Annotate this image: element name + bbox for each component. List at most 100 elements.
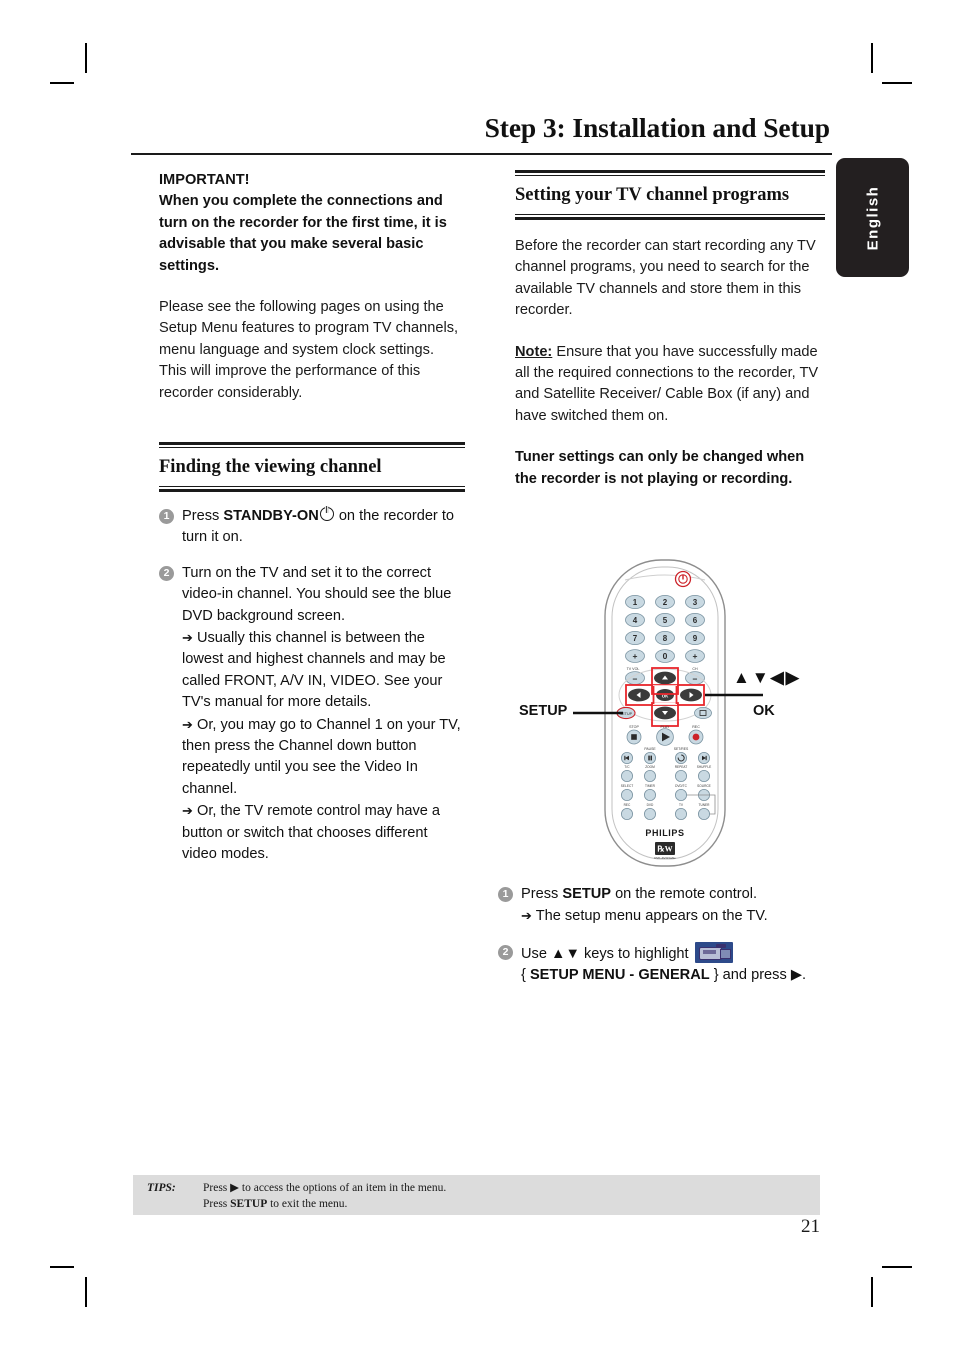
arrow-right-icon: ▶ [230,1182,240,1194]
tips-line-2: Press SETUP to exit the menu. [203,1197,446,1213]
step-number-badge: 2 [498,944,513,960]
tuner-warning: Tuner settings can only be changed when … [515,449,805,487]
step-text-before: Press [521,886,563,902]
svg-text:2: 2 [663,598,668,607]
tips-box: TIPS: Press ▶ to access the options of a… [133,1175,820,1215]
crop-mark-bottom-left-vertical [85,1277,87,1307]
svg-text:7: 7 [633,634,638,643]
svg-text:DVD+ReWritable: DVD+ReWritable [654,856,676,860]
svg-text:TV VOL: TV VOL [627,667,640,671]
language-tab: English [836,158,909,277]
step-item: 1 Press SETUP on the remote control. ➔ T… [498,884,828,928]
step-sub-arrow-text: Or, the TV remote control may have a but… [182,803,441,863]
svg-text:SET/RES: SET/RES [674,747,689,751]
tips-line2-keyword: SETUP [230,1197,268,1210]
camcorder-icon [694,941,733,963]
step-sub-arrow: ➔ Usually this channel is between the lo… [182,627,465,714]
step-sub-arrow: ➔ Or, the TV remote control may have a b… [182,800,465,865]
page-number: 21 [801,1216,820,1237]
svg-text:DVD: DVD [647,803,654,807]
step-number-badge: 1 [498,887,513,902]
arrow-right-icon: ➔ [182,803,193,819]
step-sub-arrow: ➔ Or, you may go to Channel 1 on your TV… [182,714,465,801]
svg-text:9: 9 [693,634,698,643]
section-title-finding-channel: Finding the viewing channel [159,457,382,478]
intro-paragraph: Please see the following pages on using … [159,299,459,401]
callout-ok-label: OK [753,703,775,719]
svg-text:PHILIPS: PHILIPS [645,828,684,838]
step-text-after: on the remote control. [611,886,758,902]
step-sub-arrow-text: Or, you may go to Channel 1 on your TV, … [182,716,461,797]
important-body: When you complete the connections and tu… [159,193,447,274]
svg-text:SELECT: SELECT [621,784,633,788]
note-label: Note: [515,343,553,360]
callout-setup-label: SETUP [519,703,568,719]
section-rule-bottom-thin [515,213,825,216]
svg-text:REC: REC [624,803,631,807]
svg-text:℞W: ℞W [657,845,672,854]
svg-text:TUNER: TUNER [699,803,711,807]
step-item: 2 Use ▲▼ keys to highlight { SETUP MENU … [498,941,828,987]
step-text-before: Turn on the TV and set it to the correct… [182,564,452,624]
svg-text:+: + [633,651,638,661]
step-number-badge: 2 [159,565,174,581]
section-rule-top-thick [159,442,465,446]
remote-control-illustration: 123 456 789 +0 + − − TV VOL CH OK SETUP … [505,558,845,878]
tips-line-1: Press ▶ to access the options of an item… [203,1181,446,1197]
step-item: 2 Turn on the TV and set it to the corre… [159,563,465,866]
tips-line2-after: to exit the menu. [267,1197,348,1210]
svg-text:REPEAT: REPEAT [675,765,688,769]
finding-viewing-channel-section: Finding the viewing channel [159,442,465,492]
section-title-setting-tv: Setting your TV channel programs [515,184,790,205]
section-rule-bottom-thin [159,486,465,488]
right-column-steps: 1 Press SETUP on the remote control. ➔ T… [498,870,828,987]
left-column: IMPORTANT! When you complete the connect… [159,170,465,866]
arrow-right-icon: ➔ [182,630,193,646]
crop-mark-top-right-horizontal [882,82,912,84]
right-column: Setting your TV channel programs Before … [515,170,825,490]
crop-mark-bottom-right-horizontal [882,1266,912,1268]
step-item: 1 Press STANDBY-ON on the recorder to tu… [159,506,465,549]
step-number-badge: 1 [159,509,174,524]
svg-text:4: 4 [633,616,638,625]
step-keyword: STANDBY-ON [223,508,319,524]
step-text-before: Press [182,508,224,524]
tips-line2-before: Press [203,1197,231,1210]
step-sub-arrow-text: The setup menu appears on the TV. [535,908,768,925]
callout-arrow-keys-label: ▲▼◀▶ [733,668,801,687]
crop-mark-top-left-vertical [85,43,87,73]
svg-text:3: 3 [693,598,698,607]
crop-mark-bottom-right-vertical [871,1277,873,1307]
setting-tv-channel-section: Setting your TV channel programs [515,170,825,220]
menu-close-text: } and press ▶. [709,967,807,984]
svg-text:TIMER: TIMER [645,784,656,788]
crop-mark-bottom-left-horizontal [50,1266,74,1268]
page-title: Step 3: Installation and Setup [484,112,831,143]
svg-text:T/C: T/C [624,765,630,769]
crop-mark-top-right-vertical [871,43,873,73]
svg-text:8: 8 [663,634,668,643]
step-sub-arrow: ➔ The setup menu appears on the TV. [521,905,828,927]
svg-text:6: 6 [693,616,698,625]
arrow-right-icon: ➔ [182,716,193,732]
step-keyword: SETUP [562,886,612,902]
important-heading: IMPORTANT! [159,172,250,188]
step-text-before: Use ▲▼ keys to highlight [521,945,693,962]
header-divider [131,153,832,156]
svg-text:STOP: STOP [629,725,639,729]
svg-text:0: 0 [663,651,668,661]
note-paragraph: Note: Ensure that you have successfully … [515,342,825,428]
svg-text:1: 1 [633,598,638,607]
svg-text:5: 5 [663,616,668,625]
tips-line1-after: to access the options of an item in the … [239,1182,447,1194]
svg-text:REC: REC [692,725,700,729]
step-sub-arrow-text: Usually this channel is between the lowe… [182,630,446,711]
menu-label: SETUP MENU - GENERAL [529,967,710,984]
svg-text:+: + [693,651,698,661]
menu-open-brace: { [521,967,530,984]
svg-text:SHUFFLE: SHUFFLE [697,765,712,769]
tips-line1-before: Press [203,1182,231,1194]
svg-text:CH: CH [692,667,698,671]
svg-text:SOURCE: SOURCE [697,784,711,788]
section-rule-top-thick [515,170,825,174]
